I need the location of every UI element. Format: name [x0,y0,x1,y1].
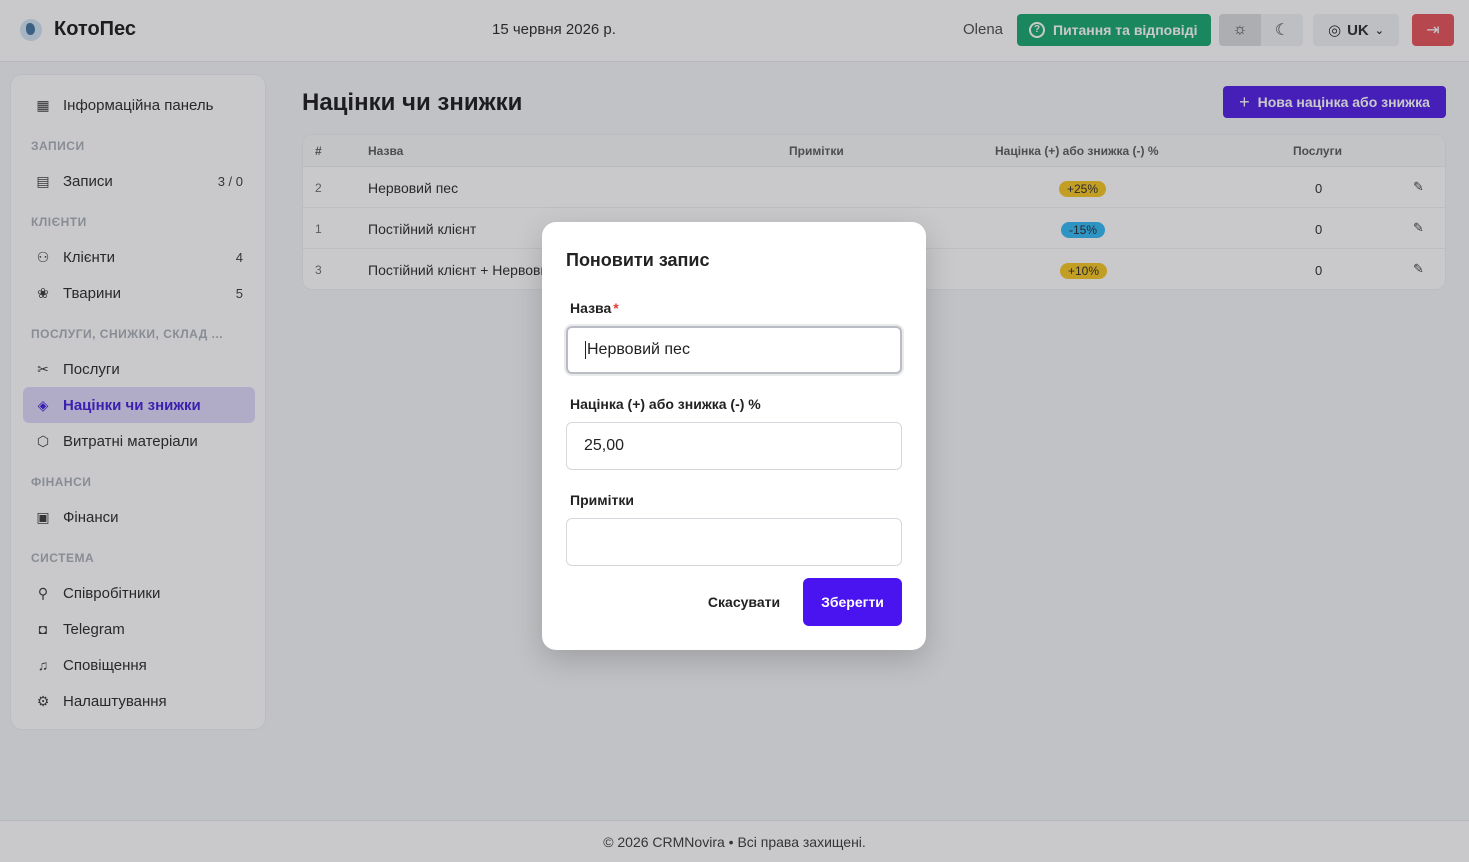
cancel-button[interactable]: Скасувати [694,578,794,626]
notes-field-label: Примітки [570,492,634,508]
percent-input[interactable]: 25,00 [566,422,902,470]
required-marker: * [613,300,619,316]
dialog-title: Поновити запис [566,250,710,270]
percent-input-value: 25,00 [584,437,625,454]
name-input-value: Нервовий пес [587,341,690,358]
percent-field-label: Націнка (+) або знижка (-) % [570,396,761,412]
text-caret [585,341,586,359]
notes-input[interactable] [566,518,902,566]
name-field-label: Назва * [570,300,619,316]
name-input[interactable]: Нервовий пес [566,326,902,374]
edit-record-dialog: Поновити запис Назва * Нервовий пес Націн… [542,222,926,650]
save-button[interactable]: Зберегти [803,578,902,626]
name-label-text: Назва [570,300,612,316]
